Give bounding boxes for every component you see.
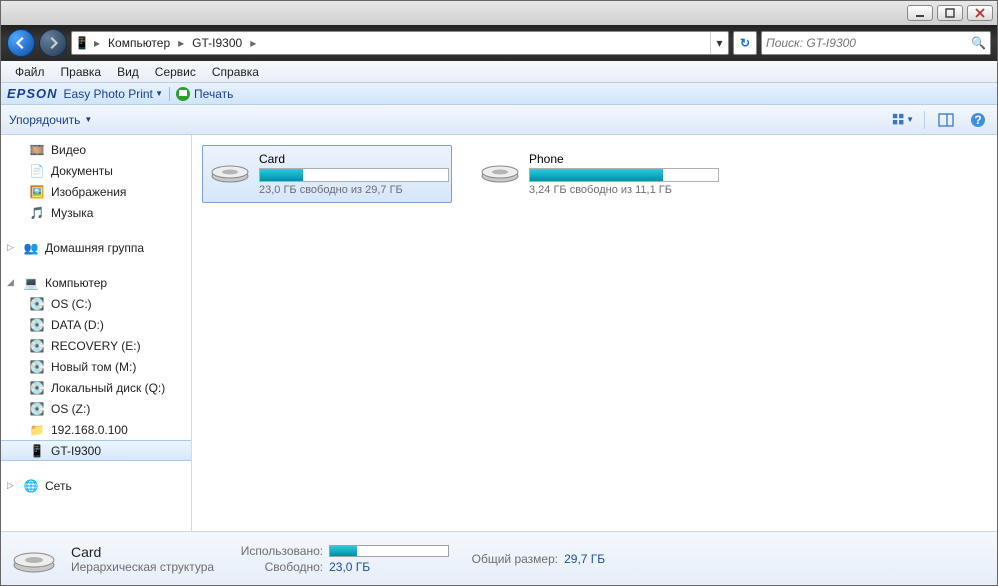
help-button[interactable]: ? xyxy=(967,109,989,131)
forward-button[interactable] xyxy=(39,29,67,57)
drive-icon: 💽 xyxy=(29,338,45,354)
details-type: Иерархическая структура xyxy=(71,560,214,574)
preview-pane-button[interactable] xyxy=(935,109,957,131)
storage-icon xyxy=(209,152,251,186)
chevron-down-icon: ▼ xyxy=(84,115,92,124)
breadcrumb-separator: ▸ xyxy=(176,36,186,50)
epson-dropdown-icon[interactable]: ▼ xyxy=(153,89,163,98)
tree-pictures[interactable]: 🖼️Изображения xyxy=(1,181,191,202)
epson-print[interactable]: Печать xyxy=(194,87,233,101)
computer-icon: 💻 xyxy=(23,275,39,291)
titlebar xyxy=(1,1,997,25)
epson-logo: EPSON xyxy=(7,86,58,101)
drive-icon: 💽 xyxy=(29,401,45,417)
organize-label: Упорядочить xyxy=(9,113,80,127)
tree-drive-m[interactable]: 💽Новый том (M:) xyxy=(1,356,191,377)
menu-tools[interactable]: Сервис xyxy=(147,65,204,79)
drive-icon: 💽 xyxy=(29,317,45,333)
tree-videos[interactable]: 🎞️Видео xyxy=(1,139,191,160)
chevron-down-icon: ▼ xyxy=(906,115,914,124)
menu-file[interactable]: Файл xyxy=(7,65,53,79)
search-box[interactable]: 🔍 xyxy=(761,31,991,55)
details-free-value: 23,0 ГБ xyxy=(329,560,370,574)
body: 🎞️Видео 📄Документы 🖼️Изображения 🎵Музыка… xyxy=(1,135,997,531)
breadcrumb-current[interactable]: GT-I9300 xyxy=(186,32,248,54)
menu-bar: Файл Правка Вид Сервис Справка xyxy=(1,61,997,83)
menu-view[interactable]: Вид xyxy=(109,65,147,79)
storage-name: Phone xyxy=(529,152,719,166)
homegroup-icon: 👥 xyxy=(23,240,39,256)
maximize-button[interactable] xyxy=(937,5,963,21)
address-bar[interactable]: 📱 ▸ Компьютер ▸ GT-I9300 ▸ ▾ xyxy=(71,31,729,55)
explorer-window: 📱 ▸ Компьютер ▸ GT-I9300 ▸ ▾ ↻ 🔍 Файл Пр… xyxy=(0,0,998,586)
tree-documents[interactable]: 📄Документы xyxy=(1,160,191,181)
search-input[interactable] xyxy=(766,36,971,50)
usage-bar xyxy=(259,168,449,182)
breadcrumb-separator: ▸ xyxy=(92,36,102,50)
refresh-button[interactable]: ↻ xyxy=(733,31,757,55)
storage-phone[interactable]: Phone 3,24 ГБ свободно из 11,1 ГБ xyxy=(472,145,722,203)
search-icon: 🔍 xyxy=(971,36,986,50)
network-icon: 🌐 xyxy=(23,478,39,494)
tree-music[interactable]: 🎵Музыка xyxy=(1,202,191,223)
details-name: Card xyxy=(71,544,214,560)
storage-name: Card xyxy=(259,152,449,166)
storage-card[interactable]: Card 23,0 ГБ свободно из 29,7 ГБ xyxy=(202,145,452,203)
details-pane: Card Иерархическая структура Использован… xyxy=(1,531,997,585)
nav-row: 📱 ▸ Компьютер ▸ GT-I9300 ▸ ▾ ↻ 🔍 xyxy=(1,25,997,61)
tree-network[interactable]: ▷🌐Сеть xyxy=(1,475,191,496)
pictures-icon: 🖼️ xyxy=(29,184,45,200)
details-free-label: Свободно: xyxy=(228,560,323,574)
tree-drive-c[interactable]: 💽OS (C:) xyxy=(1,293,191,314)
back-button[interactable] xyxy=(7,29,35,57)
epson-toolbar: EPSON Easy Photo Print ▼ Печать xyxy=(1,83,997,105)
organize-button[interactable]: Упорядочить ▼ xyxy=(9,113,92,127)
breadcrumb-separator: ▸ xyxy=(248,36,258,50)
printer-icon xyxy=(176,87,190,101)
tree-device-gt-i9300[interactable]: 📱GT-I9300 xyxy=(1,440,191,461)
details-total-label: Общий размер: xyxy=(463,552,558,566)
details-usage-bar xyxy=(329,545,449,557)
drive-icon: 💽 xyxy=(29,380,45,396)
drive-icon: 💽 xyxy=(29,296,45,312)
tree-drive-e[interactable]: 💽RECOVERY (E:) xyxy=(1,335,191,356)
view-options-button[interactable]: ▼ xyxy=(892,109,914,131)
usage-bar xyxy=(529,168,719,182)
tree-drive-z[interactable]: 💽OS (Z:) xyxy=(1,398,191,419)
videos-icon: 🎞️ xyxy=(29,142,45,158)
close-button[interactable] xyxy=(967,5,993,21)
details-used-label: Использовано: xyxy=(228,544,323,558)
storage-free-text: 3,24 ГБ свободно из 11,1 ГБ xyxy=(529,184,719,196)
documents-icon: 📄 xyxy=(29,163,45,179)
device-icon: 📱 xyxy=(29,443,45,459)
menu-edit[interactable]: Правка xyxy=(53,65,110,79)
tree-drive-d[interactable]: 💽DATA (D:) xyxy=(1,314,191,335)
expand-icon[interactable]: ▷ xyxy=(7,242,17,253)
storage-free-text: 23,0 ГБ свободно из 29,7 ГБ xyxy=(259,184,449,196)
epson-easy-photo-print[interactable]: Easy Photo Print xyxy=(64,87,153,101)
tree-homegroup[interactable]: ▷👥Домашняя группа xyxy=(1,237,191,258)
music-icon: 🎵 xyxy=(29,205,45,221)
storage-icon xyxy=(479,152,521,186)
expand-icon[interactable]: ▷ xyxy=(7,480,17,491)
menu-help[interactable]: Справка xyxy=(204,65,267,79)
tree-computer[interactable]: ◢💻Компьютер xyxy=(1,272,191,293)
minimize-button[interactable] xyxy=(907,5,933,21)
storage-icon xyxy=(11,540,57,577)
details-total-value: 29,7 ГБ xyxy=(564,552,605,566)
svg-text:?: ? xyxy=(974,113,981,127)
drive-icon: 💽 xyxy=(29,359,45,375)
navigation-tree: 🎞️Видео 📄Документы 🖼️Изображения 🎵Музыка… xyxy=(1,135,192,531)
collapse-icon[interactable]: ◢ xyxy=(7,277,17,288)
tree-net-location[interactable]: 📁192.168.0.100 xyxy=(1,419,191,440)
device-icon: 📱 xyxy=(72,36,92,50)
address-dropdown[interactable]: ▾ xyxy=(710,32,728,54)
network-drive-icon: 📁 xyxy=(29,422,45,438)
content-pane[interactable]: Card 23,0 ГБ свободно из 29,7 ГБ Phone 3… xyxy=(192,135,997,531)
breadcrumb-computer[interactable]: Компьютер xyxy=(102,32,176,54)
organize-toolbar: Упорядочить ▼ ▼ ? xyxy=(1,105,997,135)
tree-drive-q[interactable]: 💽Локальный диск (Q:) xyxy=(1,377,191,398)
